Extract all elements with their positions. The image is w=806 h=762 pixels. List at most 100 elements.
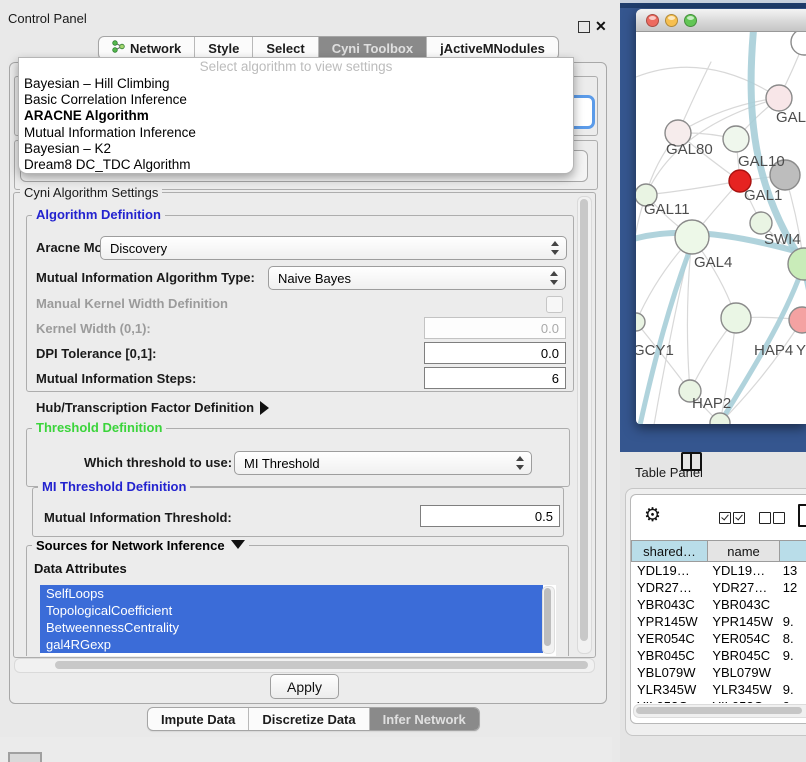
graph-node[interactable]	[675, 220, 709, 254]
list-item-topologicalcoefficient[interactable]: TopologicalCoefficient	[40, 602, 543, 619]
close-traffic-icon[interactable]	[646, 14, 659, 27]
dropdown-item-basic-correlation-inference[interactable]: Basic Correlation Inference	[19, 92, 573, 108]
node-label-gal80: GAL80	[666, 141, 713, 158]
column-header-shared[interactable]: shared…	[631, 540, 708, 562]
sources-title-label: Sources for Network Inference	[36, 538, 225, 553]
network-canvas[interactable]: GALGAL80GAL10GAL1GAL11SWI4GAL4GCY1HAP4YH…	[636, 32, 806, 424]
gear-icon[interactable]: ⚙	[644, 506, 661, 525]
network-graph: GALGAL80GAL10GAL1GAL11SWI4GAL4GCY1HAP4YH…	[636, 32, 806, 424]
control-panel: Control Panel ✕ NetworkStyleSelectCyni T…	[0, 0, 613, 738]
horizontal-scrollbar-thumb[interactable]	[55, 661, 588, 669]
tab-style[interactable]: Style	[195, 37, 253, 59]
network-view-window[interactable]: GALGAL80GAL10GAL1GAL11SWI4GAL4GCY1HAP4YH…	[636, 9, 806, 424]
tab-impute-data[interactable]: Impute Data	[148, 708, 249, 730]
kernel-width-label: Kernel Width (0,1):	[36, 321, 151, 336]
settings-vertical-scrollbar[interactable]	[577, 196, 592, 654]
panel-corner-icon[interactable]	[8, 752, 42, 762]
column-header-name[interactable]: name	[708, 540, 780, 562]
graph-edge[interactable]	[636, 67, 779, 98]
list-item-betweennesscentrality[interactable]: BetweennessCentrality	[40, 619, 543, 636]
graph-node[interactable]	[791, 32, 806, 55]
column-header-3[interactable]	[780, 540, 806, 562]
float-panel-icon[interactable]	[578, 21, 590, 33]
table-row[interactable]: YLR345WYLR345W9.	[631, 681, 806, 698]
which-threshold-select[interactable]: MI Threshold	[234, 451, 532, 475]
split-panel-icon[interactable]	[681, 452, 702, 471]
list-item-selfloops[interactable]: SelfLoops	[40, 585, 543, 602]
graph-node[interactable]	[721, 303, 751, 333]
tab-select[interactable]: Select	[253, 37, 318, 59]
dropdown-item-dream8-dc-tdc-algorithm[interactable]: Dream8 DC_TDC Algorithm	[19, 157, 573, 173]
graph-node[interactable]	[723, 126, 749, 152]
table-cell: YBR043C	[631, 596, 706, 613]
control-panel-titlebar: Control Panel ✕	[0, 8, 612, 30]
zoom-traffic-icon[interactable]	[684, 14, 697, 27]
list-item-gal4rgexp[interactable]: gal4RGexp	[40, 636, 543, 653]
table-row[interactable]: YER054CYER054C8.	[631, 630, 806, 647]
graph-node[interactable]	[766, 85, 792, 111]
threshold-definition-title: Threshold Definition	[32, 421, 166, 434]
dpi-tolerance-field[interactable]: 0.0	[424, 342, 566, 364]
table-cell: YBL079W	[631, 664, 706, 681]
hub-section-label: Hub/Transcription Factor Definition	[36, 400, 254, 415]
tab-discretize-data[interactable]: Discretize Data	[249, 708, 369, 730]
mi-threshold-field[interactable]: 0.5	[420, 505, 560, 527]
bottom-gutter	[0, 737, 620, 762]
table-horizontal-scrollbar[interactable]	[633, 704, 806, 718]
table-row[interactable]: YIL052CYIL052C9.	[631, 698, 806, 703]
settings-horizontal-scrollbar[interactable]	[14, 658, 595, 673]
minimize-traffic-icon[interactable]	[665, 14, 678, 27]
manual-kernel-checkbox[interactable]	[546, 296, 563, 313]
table-cell: YPR145W	[631, 613, 706, 630]
vertical-scrollbar-thumb[interactable]	[580, 199, 588, 641]
dropdown-placeholder: Select algorithm to view settings	[19, 58, 573, 76]
network-window-titlebar[interactable]	[636, 9, 806, 32]
table-cell: YBL079W	[706, 664, 776, 681]
table-row[interactable]: YBL079WYBL079W	[631, 664, 806, 681]
table-cell: 13	[777, 562, 806, 579]
dropdown-item-mutual-information-inference[interactable]: Mutual Information Inference	[19, 125, 573, 141]
network-icon	[112, 40, 125, 56]
table-body[interactable]: YDL19…YDL19…13YDR27…YDR27…12YBR043CYBR04…	[631, 562, 806, 703]
select-all-icon[interactable]	[733, 512, 745, 524]
aracne-mode-select[interactable]: Discovery	[100, 236, 567, 260]
table-row[interactable]: YPR145WYPR145W9.	[631, 613, 806, 630]
dropdown-list: Bayesian – Hill ClimbingBasic Correlatio…	[19, 76, 573, 173]
select-all-icon[interactable]	[719, 512, 731, 524]
table-row[interactable]: YDL19…YDL19…13	[631, 562, 806, 579]
mi-steps-field[interactable]: 6	[424, 367, 566, 389]
dropdown-item-bayesian-k2[interactable]: Bayesian – K2	[19, 141, 573, 157]
infer-network-label: Infer Network	[383, 712, 466, 727]
table-cell: YLR345W	[706, 681, 776, 698]
tab-cyni-toolbox[interactable]: Cyni Toolbox	[319, 37, 427, 59]
list-scrollbar-thumb[interactable]	[544, 588, 551, 646]
table-row[interactable]: YDR27…YDR27…12	[631, 579, 806, 596]
tab-jactivemnodules[interactable]: jActiveMNodules	[427, 37, 558, 59]
tab-network[interactable]: Network	[99, 37, 195, 59]
apply-button[interactable]: Apply	[270, 674, 339, 699]
table-row[interactable]: YBR043CYBR043C	[631, 596, 806, 613]
table-cell: YDL19…	[706, 562, 776, 579]
graph-edge[interactable]	[646, 181, 740, 195]
node-label-hap4: HAP4	[754, 342, 793, 359]
tab-infer-network[interactable]: Infer Network	[370, 708, 479, 730]
table-scrollbar-thumb[interactable]	[636, 707, 802, 714]
stepper-icon	[516, 455, 525, 471]
deselect-all-icon[interactable]	[773, 512, 785, 524]
mi-type-select[interactable]: Naive Bayes	[268, 266, 566, 290]
sources-section-toggle[interactable]: Sources for Network Inference	[32, 538, 249, 553]
list-scrollbar[interactable]	[542, 586, 555, 654]
table-cell: YER054C	[631, 630, 706, 647]
discretize-data-label: Discretize Data	[262, 712, 355, 727]
hub-section-toggle[interactable]: Hub/Transcription Factor Definition	[36, 400, 269, 415]
deselect-all-icon[interactable]	[759, 512, 771, 524]
document-icon[interactable]	[798, 504, 806, 527]
table-row[interactable]: YBR045CYBR045C9.	[631, 647, 806, 664]
dropdown-item-aracne-algorithm[interactable]: ARACNE Algorithm	[19, 108, 573, 124]
graph-node[interactable]	[789, 307, 806, 333]
data-attributes-list[interactable]: SelfLoopsTopologicalCoefficientBetweenne…	[40, 585, 556, 656]
graph-node[interactable]	[636, 313, 645, 331]
close-icon[interactable]: ✕	[595, 18, 607, 35]
mi-threshold-title: MI Threshold Definition	[38, 480, 190, 493]
dropdown-item-bayesian-hill-climbing[interactable]: Bayesian – Hill Climbing	[19, 76, 573, 92]
